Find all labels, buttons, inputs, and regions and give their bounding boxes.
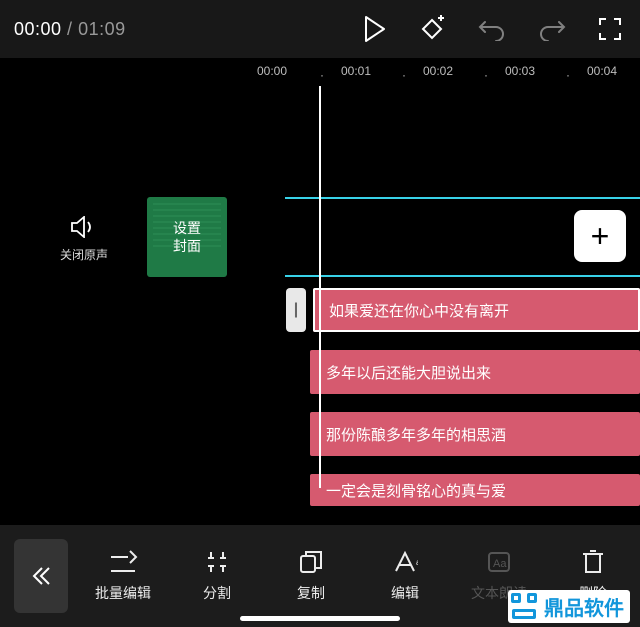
watermark-logo-icon bbox=[510, 593, 538, 621]
timecode: 00:00 / 01:09 bbox=[14, 19, 126, 40]
plus-icon: + bbox=[591, 218, 610, 255]
split-icon bbox=[204, 549, 230, 575]
tick-2: 00:02 bbox=[423, 64, 453, 78]
text-clip-2[interactable]: 多年以后还能大胆说出来 bbox=[310, 350, 640, 394]
copy-button[interactable]: 复制 bbox=[264, 549, 358, 603]
timeline-ruler[interactable]: 00:00 · 00:01 · 00:02 · 00:03 · 00:04 bbox=[0, 58, 640, 86]
time-sep: / bbox=[62, 19, 79, 39]
cover-label: 设置 封面 bbox=[173, 219, 201, 255]
batch-edit-button[interactable]: 批量编辑 bbox=[76, 549, 170, 603]
home-indicator bbox=[240, 616, 400, 621]
copy-icon bbox=[298, 549, 324, 575]
tick-dot: · bbox=[402, 68, 406, 82]
back-button[interactable] bbox=[14, 539, 68, 613]
add-clip-button[interactable]: + bbox=[574, 210, 626, 262]
tick-4: 00:04 bbox=[587, 64, 617, 78]
top-controls bbox=[364, 15, 622, 43]
text-clip-1[interactable]: 如果爱还在你心中没有离开 bbox=[313, 288, 640, 332]
time-duration: 01:09 bbox=[78, 19, 126, 39]
play-button[interactable] bbox=[364, 16, 386, 42]
top-bar: 00:00 / 01:09 bbox=[0, 0, 640, 58]
set-cover-button[interactable]: 设置 封面 bbox=[147, 197, 227, 277]
tick-dot: · bbox=[320, 68, 324, 82]
svg-text:a: a bbox=[416, 558, 418, 567]
mute-label: 关闭原声 bbox=[60, 246, 108, 263]
clip-handle-left[interactable]: | bbox=[286, 288, 306, 332]
undo-button[interactable] bbox=[478, 17, 506, 41]
timeline-stage[interactable]: 关闭原声 设置 封面 + | 如果爱还在你心中没有离开 多年以后还能大胆说出来 … bbox=[0, 86, 640, 494]
edit-icon: a bbox=[392, 549, 418, 575]
split-button[interactable]: 分割 bbox=[170, 549, 264, 603]
batch-edit-icon bbox=[108, 549, 138, 575]
edit-button[interactable]: a 编辑 bbox=[358, 549, 452, 603]
watermark-text: 鼎品软件 bbox=[544, 592, 624, 621]
redo-button[interactable] bbox=[538, 17, 566, 41]
fullscreen-button[interactable] bbox=[598, 17, 622, 41]
speaker-icon bbox=[71, 216, 97, 238]
tick-1: 00:01 bbox=[341, 64, 371, 78]
tts-icon: Aa bbox=[486, 549, 512, 575]
tick-0: 00:00 bbox=[257, 64, 287, 78]
time-current: 00:00 bbox=[14, 19, 62, 39]
keyframe-add-button[interactable] bbox=[418, 15, 446, 43]
watermark: 鼎品软件 bbox=[508, 590, 630, 623]
mute-original-audio-button[interactable]: 关闭原声 bbox=[60, 216, 108, 263]
tick-3: 00:03 bbox=[505, 64, 535, 78]
tick-dot: · bbox=[484, 68, 488, 82]
chevron-double-left-icon bbox=[29, 564, 53, 588]
tick-dot: · bbox=[566, 68, 570, 82]
trash-icon bbox=[581, 549, 605, 575]
text-clip-4[interactable]: 一定会是刻骨铭心的真与爱 bbox=[310, 474, 640, 506]
playhead[interactable] bbox=[319, 86, 321, 488]
svg-text:Aa: Aa bbox=[493, 558, 507, 570]
text-clip-3[interactable]: 那份陈酿多年多年的相思酒 bbox=[310, 412, 640, 456]
